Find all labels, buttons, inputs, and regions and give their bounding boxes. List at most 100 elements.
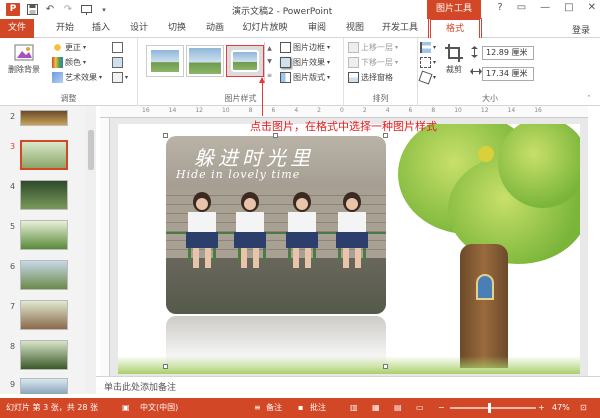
notes-toggle-icon[interactable]: ≡ (254, 398, 261, 418)
slide-thumbnail[interactable]: 9 (4, 378, 84, 394)
picture-reflection (166, 316, 386, 366)
reading-view-icon[interactable]: ▤ (394, 398, 402, 418)
current-slide[interactable]: 躲进时光里 Hide in lovely time (118, 124, 580, 374)
crop-button[interactable]: 裁剪 (440, 42, 468, 75)
color-palette-icon (52, 57, 63, 68)
artistic-effects-button[interactable]: 艺术效果 ▾ (52, 72, 102, 83)
slide-thumbnail[interactable]: 8 (4, 340, 84, 372)
undo-icon[interactable]: ↶ (44, 4, 56, 16)
slide-thumbnail-image (20, 260, 68, 290)
zoom-out-icon[interactable]: − (438, 398, 445, 418)
notes-pane[interactable]: 单击此处添加备注 (96, 376, 600, 398)
horizontal-ruler: 16 14 12 10 8 6 4 2 0 2 4 6 8 10 12 14 16 (100, 106, 588, 118)
resize-handle[interactable] (163, 364, 168, 369)
tab-design[interactable]: 设计 (126, 19, 152, 38)
resize-handle[interactable] (383, 364, 388, 369)
spellcheck-icon[interactable]: ▣ (122, 398, 130, 418)
slideshow-view-icon[interactable]: ▭ (416, 398, 424, 418)
tab-file[interactable]: 文件 (0, 19, 34, 38)
tab-animations[interactable]: 动画 (202, 19, 228, 38)
slide-thumbnail-image (20, 110, 68, 126)
handwritten-title: 躲进时光里 (194, 146, 314, 170)
layout-icon (280, 72, 291, 83)
help-icon[interactable]: ? (497, 2, 502, 13)
picture-style-option-3-selected[interactable] (226, 45, 264, 77)
thumbnail-scrollbar[interactable] (86, 106, 96, 394)
zoom-slider[interactable] (450, 403, 536, 413)
notes-toggle[interactable]: 备注 (266, 398, 282, 418)
slide-thumbnail[interactable]: 2 (4, 110, 84, 142)
slideshow-icon[interactable] (80, 4, 92, 16)
comments-toggle[interactable]: 批注 (310, 398, 326, 418)
slide-thumbnail[interactable]: 5 (4, 220, 84, 252)
language-status[interactable]: 中文(中国) (140, 398, 178, 418)
ruler-tick-label: 8 (248, 107, 253, 114)
title-bar: P ↶ ↷ ▾ 演示文稿2 - PowerPoint 图片工具 ? ▭ — □ … (0, 0, 600, 19)
width-input[interactable]: 17.34 厘米 (482, 67, 534, 81)
zoom-in-icon[interactable]: + (538, 398, 545, 418)
zoom-slider-thumb[interactable] (488, 403, 491, 413)
slide-thumbnail[interactable]: 7 (4, 300, 84, 332)
tab-developer[interactable]: 开发工具 (380, 19, 420, 38)
picture-effects-button[interactable]: 图片效果 ▾ (280, 57, 330, 68)
color-button[interactable]: 颜色 ▾ (52, 57, 86, 68)
height-input[interactable]: 12.89 厘米 (482, 46, 534, 60)
picture-style-option-1[interactable] (146, 45, 184, 77)
align-button[interactable]: ▾ (420, 42, 436, 53)
resize-handle[interactable] (163, 133, 168, 138)
change-picture-button[interactable] (112, 57, 123, 68)
tree-door (476, 274, 494, 300)
arrange-group: 上移一层 ▾ 下移一层 ▾ 选择窗格 排列 (344, 38, 418, 106)
selected-picture[interactable]: 躲进时光里 Hide in lovely time (166, 136, 386, 314)
reset-picture-button[interactable]: ▾ (112, 72, 128, 83)
scrollbar-thumb[interactable] (88, 130, 94, 170)
tab-insert[interactable]: 插入 (88, 19, 114, 38)
slide-thumbnail-active[interactable]: 3 (4, 140, 84, 172)
gallery-more-icon[interactable]: ≡ (267, 72, 272, 79)
picture-border-button[interactable]: 图片边框 ▾ (280, 42, 330, 53)
slide-thumbnail-image (20, 140, 68, 170)
group-icon (420, 57, 431, 68)
fit-slide-icon[interactable]: ⊡ (580, 398, 587, 418)
ribbon-display-icon[interactable]: ▭ (517, 2, 526, 13)
tab-home[interactable]: 开始 (52, 19, 78, 38)
redo-icon[interactable]: ↷ (62, 4, 74, 16)
corrections-button[interactable]: 更正 ▾ (52, 42, 86, 53)
gallery-down-icon[interactable]: ▼ (267, 58, 272, 65)
collapse-ribbon-icon[interactable]: ⌃ (586, 94, 592, 102)
vertical-ruler (100, 118, 110, 376)
picture-styles-gallery (144, 42, 272, 82)
gallery-up-icon[interactable]: ▲ (267, 45, 272, 52)
tab-slideshow[interactable]: 幻灯片放映 (238, 19, 292, 38)
gallery-scroll[interactable]: ▲ ▼ ≡ (264, 42, 274, 82)
ruler-tick-label: 16 (142, 107, 150, 114)
slide-thumbnail[interactable]: 4 (4, 180, 84, 212)
group-button[interactable]: ▾ (420, 57, 436, 68)
picture-layout-button[interactable]: 图片版式 ▾ (280, 72, 330, 83)
rotate-button[interactable]: ▾ (418, 70, 436, 85)
slide-thumbnail-image (20, 340, 68, 370)
slide-sorter-icon[interactable]: ▦ (372, 398, 380, 418)
save-icon[interactable] (26, 4, 38, 16)
login-link[interactable]: 登录 (572, 23, 590, 36)
compress-pictures-button[interactable] (112, 42, 123, 53)
normal-view-icon[interactable]: ▥ (350, 398, 358, 418)
close-icon[interactable]: ✕ (588, 2, 596, 13)
tab-transitions[interactable]: 切换 (164, 19, 190, 38)
slide-thumbnail[interactable]: 6 (4, 260, 84, 292)
customize-qat-icon[interactable]: ▾ (98, 4, 110, 16)
remove-background-button[interactable]: 删除背景 (4, 42, 44, 75)
tab-review[interactable]: 审阅 (304, 19, 330, 38)
zoom-level[interactable]: 47% (552, 398, 570, 418)
selection-pane-button[interactable]: 选择窗格 (348, 72, 393, 83)
tab-view[interactable]: 视图 (342, 19, 368, 38)
bring-forward-button[interactable]: 上移一层 ▾ (348, 42, 398, 53)
ruler-tick-label: 12 (480, 107, 489, 114)
send-backward-button[interactable]: 下移一层 ▾ (348, 57, 398, 68)
picture-styles-group-label: 图片样式 (224, 94, 257, 103)
minimize-icon[interactable]: — (540, 2, 550, 13)
tree-trunk (460, 244, 508, 368)
maximize-icon[interactable]: □ (564, 2, 573, 13)
picture-style-option-2[interactable] (186, 45, 224, 77)
comments-icon[interactable]: ▪ (298, 398, 303, 418)
